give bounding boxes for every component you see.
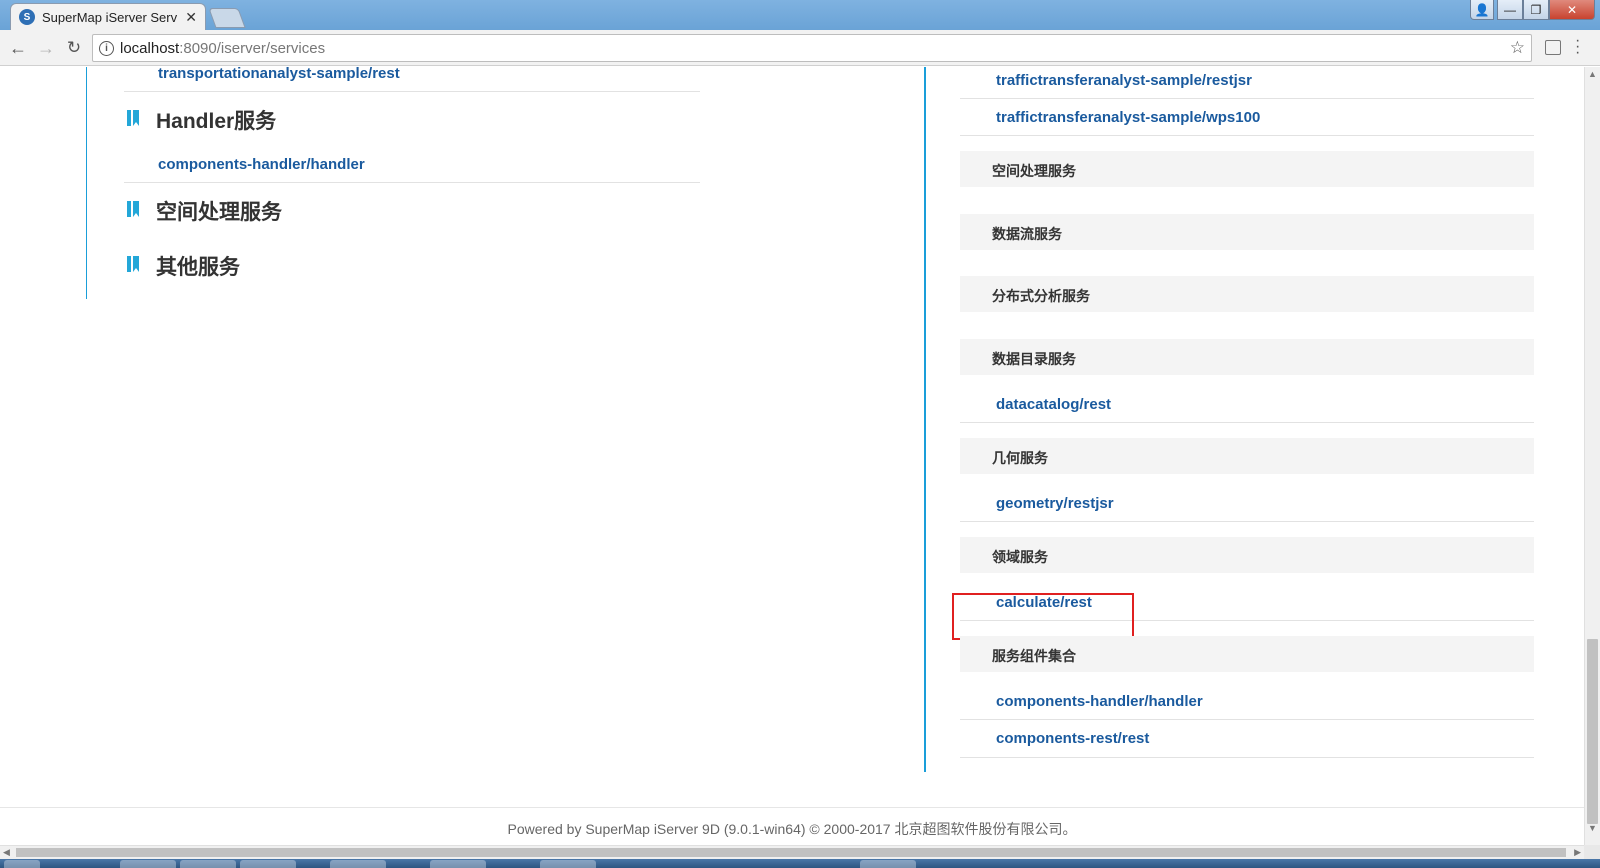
service-link[interactable]: transportationanalyst-sample/rest [158, 67, 400, 82]
taskbar-item[interactable] [180, 860, 236, 868]
footer-divider [0, 807, 1584, 808]
browser-titlebar: S SuperMap iServer Serv ✕ 👤 — ❐ ✕ [0, 0, 1600, 30]
taskbar-item[interactable] [240, 860, 296, 868]
browser-toolbar: ← → ↻ i localhost :8090/iserver/services… [0, 30, 1600, 66]
scroll-left-icon[interactable]: ◀ [3, 847, 10, 858]
divider [124, 182, 700, 183]
page-footer: Powered by SuperMap iServer 9D (9.0.1-wi… [507, 821, 1077, 837]
category-bar: 数据流服务 [960, 214, 1534, 250]
horizontal-scrollbar[interactable]: ◀ ▶ [0, 845, 1584, 859]
user-icon[interactable]: 👤 [1470, 0, 1494, 20]
section-title: 空间处理服务 [156, 201, 282, 224]
divider [960, 719, 1534, 720]
divider [960, 98, 1534, 99]
service-link[interactable]: datacatalog/rest [996, 396, 1111, 413]
category-bar: 空间处理服务 [960, 151, 1534, 187]
bookmark-icon [127, 201, 139, 217]
scrollbar-corner [1584, 845, 1600, 859]
site-info-icon[interactable]: i [99, 40, 114, 56]
category-label: 领域服务 [992, 549, 1048, 565]
bookmark-star-icon[interactable]: ☆ [1510, 38, 1525, 58]
taskbar-item[interactable] [430, 860, 486, 868]
reload-icon[interactable]: ↻ [62, 36, 86, 60]
scroll-down-icon[interactable]: ▼ [1588, 823, 1597, 833]
page-viewport: transportationanalyst-sample/rest Handle… [0, 67, 1584, 845]
taskbar-item[interactable] [330, 860, 386, 868]
category-label: 几何服务 [992, 450, 1048, 466]
divider [124, 91, 700, 92]
category-label: 空间处理服务 [992, 163, 1076, 179]
divider [960, 521, 1534, 522]
service-link[interactable]: components-handler/handler [996, 693, 1203, 710]
back-arrow-icon[interactable]: ← [6, 36, 30, 60]
service-link[interactable]: traffictransferanalyst-sample/restjsr [996, 72, 1252, 89]
category-bar: 几何服务 [960, 438, 1534, 474]
section-title: 其他服务 [156, 256, 240, 279]
browser-menu-icon[interactable]: · · · [1575, 33, 1580, 61]
maximize-icon[interactable]: ❐ [1523, 0, 1549, 20]
scroll-right-icon[interactable]: ▶ [1574, 847, 1581, 858]
forward-arrow-icon[interactable]: → [34, 36, 58, 60]
right-column-rule [924, 67, 926, 772]
highlight-annotation-box [952, 593, 1134, 640]
category-label: 数据流服务 [992, 226, 1062, 242]
url-host: localhost [120, 39, 180, 57]
horizontal-scroll-thumb[interactable] [16, 848, 1566, 857]
service-link[interactable]: traffictransferanalyst-sample/wps100 [996, 109, 1260, 126]
section-title: Handler服务 [156, 110, 277, 133]
service-link[interactable]: components-handler/handler [158, 156, 365, 173]
vertical-scroll-thumb[interactable] [1587, 639, 1598, 824]
scroll-up-icon[interactable]: ▲ [1588, 69, 1597, 79]
window-close-icon[interactable]: ✕ [1549, 0, 1595, 20]
category-bar: 数据目录服务 [960, 339, 1534, 375]
bookmark-icon [127, 256, 139, 272]
category-label: 数据目录服务 [992, 351, 1076, 367]
taskbar-item[interactable] [120, 860, 176, 868]
tab-close-icon[interactable]: ✕ [185, 9, 197, 26]
category-bar: 分布式分析服务 [960, 276, 1534, 312]
tab-title: SuperMap iServer Serv [42, 9, 178, 25]
supermap-favicon-icon: S [19, 9, 35, 25]
service-link[interactable]: geometry/restjsr [996, 495, 1114, 512]
divider [960, 757, 1534, 758]
vertical-scrollbar[interactable]: ▲ ▼ [1584, 67, 1600, 845]
start-button[interactable] [4, 860, 40, 868]
category-bar: 领域服务 [960, 537, 1534, 573]
left-column-rule [86, 67, 87, 299]
divider [960, 135, 1534, 136]
bookmark-icon [127, 110, 139, 126]
browser-tab[interactable]: S SuperMap iServer Serv ✕ [10, 3, 206, 30]
address-bar[interactable]: i localhost :8090/iserver/services ☆ [92, 34, 1532, 62]
service-link[interactable]: components-rest/rest [996, 730, 1149, 747]
taskbar-item[interactable] [540, 860, 596, 868]
category-label: 服务组件集合 [992, 648, 1076, 664]
divider [960, 422, 1534, 423]
minimize-icon[interactable]: — [1497, 0, 1523, 20]
extension-icon[interactable] [1545, 40, 1561, 55]
os-taskbar [0, 859, 1600, 868]
category-label: 分布式分析服务 [992, 288, 1090, 304]
url-path: :8090/iserver/services [179, 39, 326, 57]
new-tab-button[interactable] [208, 8, 246, 28]
taskbar-item[interactable] [860, 860, 916, 868]
category-bar: 服务组件集合 [960, 636, 1534, 672]
